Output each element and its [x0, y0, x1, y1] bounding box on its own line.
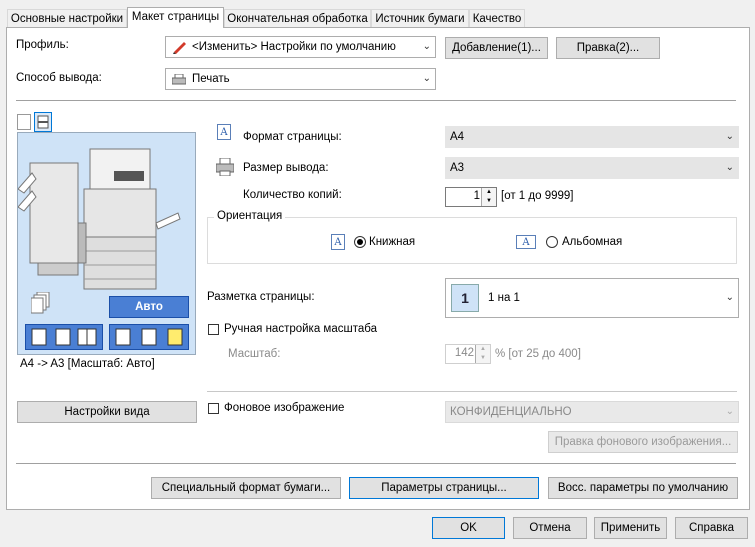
- chevron-down-icon: ⌄: [725, 406, 734, 417]
- scale-label: Масштаб:: [228, 348, 281, 360]
- pencil-icon: [172, 40, 188, 54]
- separator: [207, 391, 737, 392]
- separator: [16, 100, 736, 101]
- page-layout-value: 1 на 1: [488, 292, 520, 304]
- chevron-down-icon: ⌄: [725, 162, 734, 173]
- landscape-orientation-icon: A: [516, 235, 536, 249]
- chevron-down-icon: ⌄: [725, 292, 734, 303]
- chevron-down-icon: ⌄: [422, 41, 431, 52]
- output-method-select[interactable]: Печать ⌄: [165, 68, 436, 90]
- chevron-down-icon: ⌄: [422, 73, 431, 84]
- watermark-select[interactable]: КОНФИДЕНЦИАЛЬНО ⌄: [445, 401, 739, 423]
- output-size-value: A3: [450, 162, 465, 174]
- pages-stack-icon: [30, 291, 53, 314]
- edit-profile-button[interactable]: Правка(2)...: [556, 37, 660, 59]
- copies-stepper[interactable]: 1 ▲ ▼: [445, 187, 497, 207]
- output-size-select[interactable]: A3 ⌄: [445, 157, 739, 179]
- watermark-value: КОНФИДЕНЦИАЛЬНО: [450, 406, 572, 418]
- auto-button[interactable]: Авто: [109, 296, 189, 318]
- copies-range: [от 1 до 9999]: [501, 190, 574, 202]
- profile-select[interactable]: <Изменить> Настройки по умолчанию ⌄: [165, 36, 436, 58]
- tab-quality[interactable]: Качество: [469, 9, 525, 27]
- scale-value: 142: [454, 347, 474, 359]
- scale-range: % [от 25 до 400]: [495, 348, 581, 360]
- output-method-value: Печать: [192, 73, 230, 85]
- spinner-arrows-icon[interactable]: ▲ ▼: [475, 345, 490, 363]
- page-size-icon: A: [217, 124, 231, 140]
- orientation-group-label: Ориентация: [214, 210, 286, 222]
- manual-scale-checkbox[interactable]: [208, 324, 219, 335]
- tab-basic-settings[interactable]: Основные настройки: [7, 9, 127, 27]
- landscape-radio[interactable]: [546, 236, 558, 248]
- orientation-group: [207, 217, 737, 264]
- watermark-checkbox[interactable]: [208, 403, 219, 414]
- help-button[interactable]: Справка: [675, 517, 748, 539]
- output-method-label: Способ вывода:: [16, 72, 102, 84]
- apply-button[interactable]: Применить: [594, 517, 667, 539]
- watermark-label[interactable]: Фоновое изображение: [224, 402, 344, 414]
- copies-value: 1: [473, 190, 480, 202]
- restore-defaults-button[interactable]: Восс. параметры по умолчанию: [548, 477, 738, 499]
- ok-button[interactable]: OK: [432, 517, 505, 539]
- tab-finishing[interactable]: Окончательная обработка: [224, 9, 371, 27]
- spinner-arrows-icon[interactable]: ▲ ▼: [481, 188, 496, 206]
- portrait-orientation-icon: A: [331, 234, 345, 250]
- printer-icon: [171, 73, 187, 85]
- output-size-icon: [215, 157, 235, 177]
- cancel-button[interactable]: Отмена: [513, 517, 587, 539]
- add-profile-button[interactable]: Добавление(1)...: [445, 37, 548, 59]
- portrait-label[interactable]: Книжная: [369, 236, 415, 248]
- custom-paper-size-button[interactable]: Специальный формат бумаги...: [151, 477, 341, 499]
- page-layout-select[interactable]: 1 1 на 1 ⌄: [445, 278, 739, 318]
- tab-page-setup[interactable]: Макет страницы: [127, 7, 224, 28]
- output-size-label: Размер вывода:: [243, 162, 329, 174]
- page-layout-label: Разметка страницы:: [207, 291, 315, 303]
- page-size-value: A4: [450, 131, 465, 143]
- page-options-button[interactable]: Параметры страницы...: [349, 477, 539, 499]
- layout-1up-icon: 1: [451, 284, 479, 312]
- chevron-down-icon: ⌄: [725, 131, 734, 142]
- preview-printer-view-icon[interactable]: [34, 112, 52, 132]
- color-modes-button[interactable]: [109, 324, 189, 350]
- printer-device-image: [17, 148, 181, 290]
- view-settings-button[interactable]: Настройки вида: [17, 401, 197, 423]
- landscape-label[interactable]: Альбомная: [562, 236, 622, 248]
- profile-label: Профиль:: [16, 39, 69, 51]
- copies-label: Количество копий:: [243, 189, 342, 201]
- tab-paper-source[interactable]: Источник бумаги: [371, 9, 469, 27]
- separator: [16, 463, 736, 464]
- page-size-select[interactable]: A4 ⌄: [445, 126, 739, 148]
- profile-value: <Изменить> Настройки по умолчанию: [192, 41, 396, 53]
- preview-caption: A4 -> A3 [Масштаб: Авто]: [20, 358, 155, 370]
- scale-stepper[interactable]: 142 ▲ ▼: [445, 344, 491, 364]
- printer-preview: [17, 132, 196, 355]
- page-size-label: Формат страницы:: [243, 131, 342, 143]
- portrait-radio[interactable]: [354, 236, 366, 248]
- layout-modes-button[interactable]: [25, 324, 103, 350]
- manual-scale-label[interactable]: Ручная настройка масштаба: [224, 323, 377, 335]
- edit-watermark-button[interactable]: Правка фонового изображения...: [548, 431, 738, 453]
- preview-page-view-icon[interactable]: [17, 114, 31, 130]
